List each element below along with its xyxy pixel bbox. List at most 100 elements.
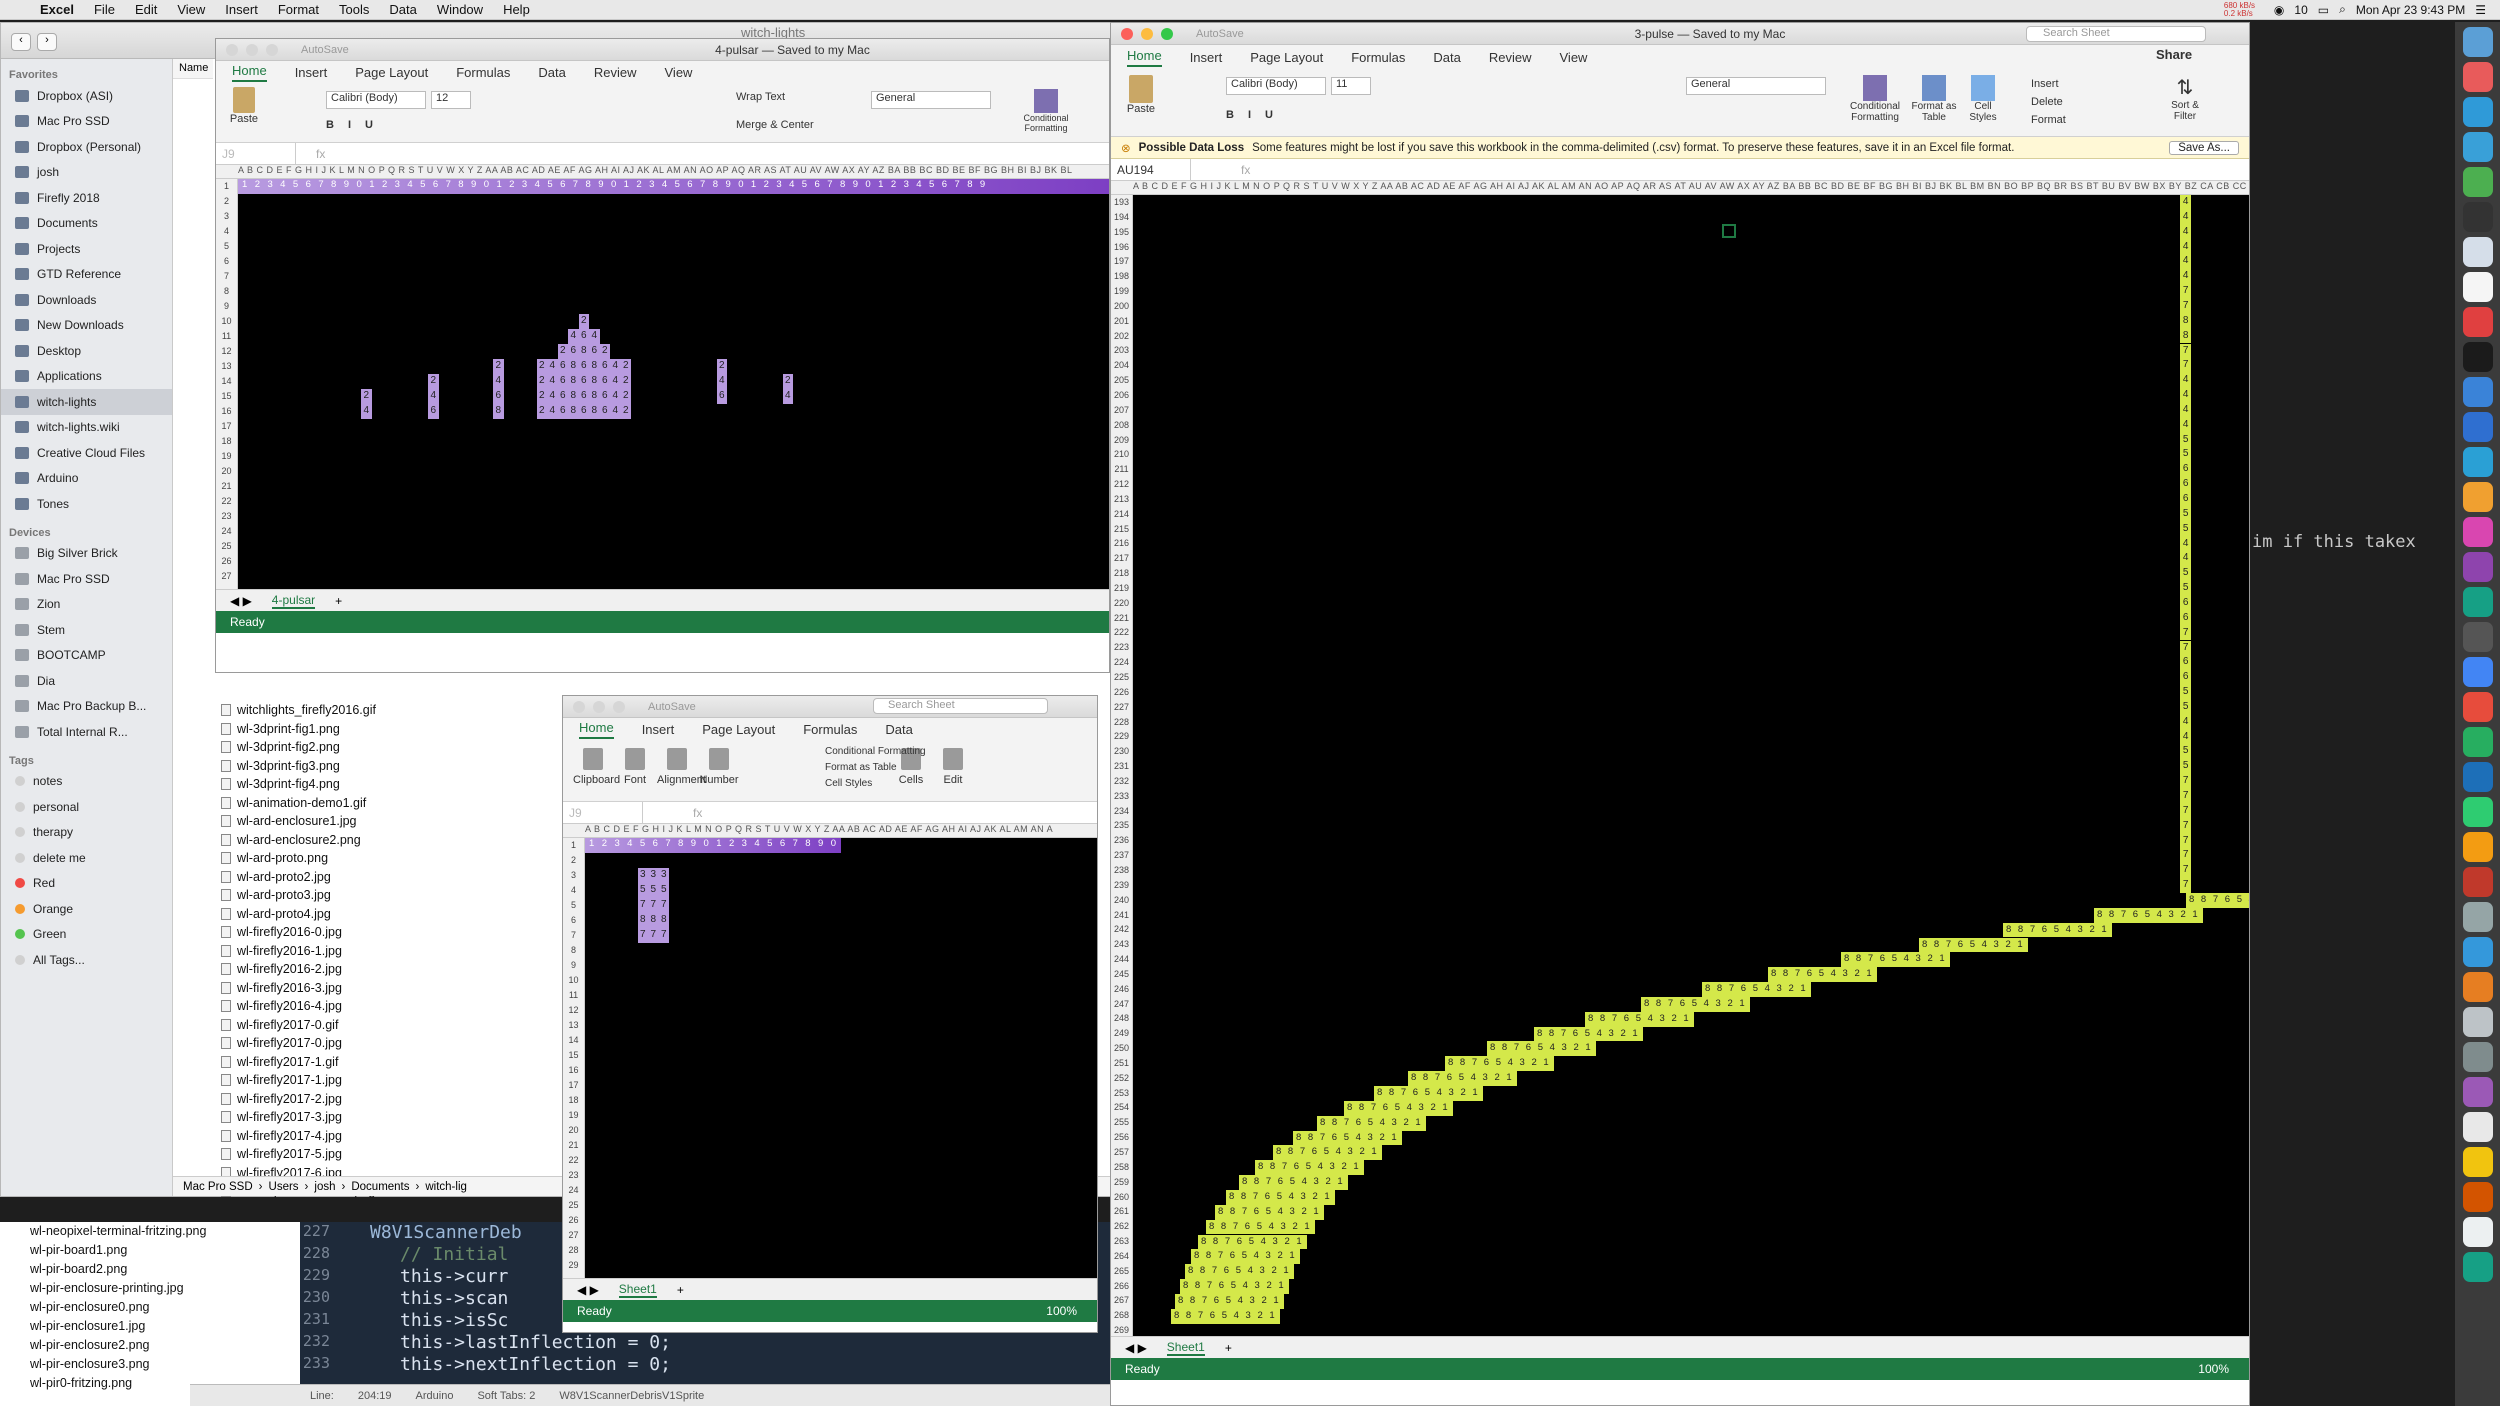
sidebar-item-gtd-reference[interactable]: GTD Reference bbox=[1, 262, 172, 288]
tab-formulas[interactable]: Formulas bbox=[456, 65, 510, 80]
dock-app-icon[interactable] bbox=[2462, 1217, 2493, 1247]
tab-review[interactable]: Review bbox=[1489, 50, 1532, 65]
tab-home[interactable]: Home bbox=[579, 720, 614, 739]
file-item[interactable]: wl-3dprint-fig4.png bbox=[213, 775, 563, 794]
sidebar-item-arduino[interactable]: Arduino bbox=[1, 466, 172, 492]
dock-app-icon[interactable] bbox=[2462, 1007, 2493, 1037]
dock-app-icon[interactable] bbox=[2462, 727, 2493, 757]
device-item-mac-pro-backup-b-[interactable]: Mac Pro Backup B... bbox=[1, 694, 172, 720]
dock-app-icon[interactable] bbox=[2462, 202, 2493, 232]
add-sheet-icon[interactable]: + bbox=[1225, 1341, 1232, 1355]
file-item[interactable]: wl-firefly2017-5.jpg bbox=[213, 1145, 563, 1164]
file-item[interactable]: wl-3dprint-fig3.png bbox=[213, 757, 563, 776]
prev-sheet-icon[interactable]: ◀ ▶ bbox=[1125, 1341, 1147, 1355]
lower-file-item[interactable]: wl-pir-board2.png bbox=[30, 1262, 300, 1281]
path-item[interactable]: Documents bbox=[351, 1181, 409, 1193]
tab-insert[interactable]: Insert bbox=[642, 722, 675, 737]
menu-item-insert[interactable]: Insert bbox=[215, 2, 268, 17]
sidebar-item-documents[interactable]: Documents bbox=[1, 211, 172, 237]
file-item[interactable]: wl-firefly2016-4.jpg bbox=[213, 997, 563, 1016]
dock-app-icon[interactable] bbox=[2462, 972, 2493, 1002]
menu-item-tools[interactable]: Tools bbox=[329, 2, 379, 17]
wifi-icon[interactable]: ◉ bbox=[2274, 3, 2284, 17]
tab-home[interactable]: Home bbox=[232, 63, 267, 82]
tab-formulas[interactable]: Formulas bbox=[803, 722, 857, 737]
sidebar-item-new-downloads[interactable]: New Downloads bbox=[1, 313, 172, 339]
tab-review[interactable]: Review bbox=[594, 65, 637, 80]
dock-app-icon[interactable] bbox=[2462, 1147, 2493, 1177]
sheet-tab-sheet1[interactable]: Sheet1 bbox=[618, 1282, 657, 1298]
ribbon-group-number[interactable]: Number bbox=[699, 748, 739, 786]
dock-app-icon[interactable] bbox=[2462, 342, 2493, 372]
file-item[interactable]: wl-3dprint-fig2.png bbox=[213, 738, 563, 757]
pulse-bold-italic[interactable]: BIU bbox=[1226, 109, 1386, 121]
file-item[interactable]: wl-ard-enclosure2.png bbox=[213, 831, 563, 850]
pulse-format-button[interactable]: Format bbox=[2031, 111, 2066, 129]
tag-item-personal[interactable]: personal bbox=[1, 794, 172, 820]
pulse-delete-button[interactable]: Delete bbox=[2031, 93, 2066, 111]
menu-item-window[interactable]: Window bbox=[427, 2, 493, 17]
tab-data[interactable]: Data bbox=[1433, 50, 1460, 65]
menu-item-view[interactable]: View bbox=[167, 2, 215, 17]
pulsar-font-select[interactable]: Calibri (Body) bbox=[326, 91, 426, 109]
lower-file-item[interactable]: wl-pir-enclosure-printing.jpg bbox=[30, 1281, 300, 1300]
dock-app-icon[interactable] bbox=[2462, 1252, 2493, 1282]
pulsar-size-select[interactable]: 12 bbox=[431, 91, 471, 109]
tab-insert[interactable]: Insert bbox=[1190, 50, 1223, 65]
sidebar-item-desktop[interactable]: Desktop bbox=[1, 338, 172, 364]
path-item[interactable]: Users bbox=[269, 1181, 299, 1193]
file-item[interactable]: wl-firefly2016-3.jpg bbox=[213, 979, 563, 998]
file-item[interactable]: wl-firefly2017-0.jpg bbox=[213, 1034, 563, 1053]
tag-item-orange[interactable]: Orange bbox=[1, 896, 172, 922]
prev-sheet-icon[interactable]: ◀ ▶ bbox=[230, 594, 252, 608]
small-zoom-level[interactable]: 100% bbox=[1046, 1304, 1077, 1318]
lower-file-item[interactable]: wl-neopixel-terminal-fritzing.png bbox=[30, 1224, 300, 1243]
sidebar-item-downloads[interactable]: Downloads bbox=[1, 287, 172, 313]
file-item[interactable]: wl-ard-proto.png bbox=[213, 849, 563, 868]
dock-app-icon[interactable] bbox=[2462, 237, 2493, 267]
tag-item-therapy[interactable]: therapy bbox=[1, 820, 172, 846]
dock-app-icon[interactable] bbox=[2462, 832, 2493, 862]
add-sheet-icon[interactable]: + bbox=[677, 1283, 684, 1297]
pulse-paste-button[interactable]: Paste bbox=[1121, 75, 1161, 115]
lower-file-item[interactable]: wl-pir-enclosure2.png bbox=[30, 1338, 300, 1357]
pulse-font-select[interactable]: Calibri (Body) bbox=[1226, 77, 1326, 95]
path-item[interactable]: Mac Pro SSD bbox=[183, 1181, 253, 1193]
pulse-format-table[interactable]: Format as Table bbox=[1911, 75, 1957, 123]
file-item[interactable]: wl-ard-proto2.jpg bbox=[213, 868, 563, 887]
pulsar-grid[interactable]: 1 2 3 4 5 6 7 8 9 10 11 12 13 14 15 16 17 18 19 20 21 22 23 24 2… bbox=[216, 179, 1109, 589]
close-icon[interactable] bbox=[226, 44, 238, 56]
pulsar-merge-button[interactable]: Merge & Center bbox=[736, 119, 814, 131]
sidebar-item-projects[interactable]: Projects bbox=[1, 236, 172, 262]
file-item[interactable]: wl-3dprint-fig1.png bbox=[213, 720, 563, 739]
pulsar-wrap-button[interactable]: Wrap Text bbox=[736, 91, 785, 103]
sidebar-item-josh[interactable]: josh bbox=[1, 160, 172, 186]
dock-app-icon[interactable] bbox=[2462, 482, 2493, 512]
pulsar-numfmt-select[interactable]: General bbox=[871, 91, 991, 109]
path-item[interactable]: witch-lig bbox=[425, 1181, 467, 1193]
dock-app-icon[interactable] bbox=[2462, 1042, 2493, 1072]
pulse-insert-button[interactable]: Insert bbox=[2031, 75, 2066, 93]
tag-item-notes[interactable]: notes bbox=[1, 769, 172, 795]
tab-page-layout[interactable]: Page Layout bbox=[1250, 50, 1323, 65]
back-icon[interactable]: ‹ bbox=[11, 33, 31, 51]
sidebar-item-tones[interactable]: Tones bbox=[1, 491, 172, 517]
device-item-stem[interactable]: Stem bbox=[1, 617, 172, 643]
pulsar-bold-italic[interactable]: BIU bbox=[326, 119, 486, 131]
file-item[interactable]: wl-firefly2016-2.jpg bbox=[213, 960, 563, 979]
file-item[interactable]: wl-firefly2017-4.jpg bbox=[213, 1127, 563, 1146]
sidebar-item-witch-lights[interactable]: witch-lights bbox=[1, 389, 172, 415]
pulsar-cond-format[interactable]: Conditional Formatting bbox=[1016, 89, 1076, 133]
tag-item-red[interactable]: Red bbox=[1, 871, 172, 897]
file-item[interactable]: wl-firefly2017-2.jpg bbox=[213, 1090, 563, 1109]
pulse-sort-filter[interactable]: ⇅ Sort & Filter bbox=[2161, 75, 2209, 122]
pulse-cell-styles[interactable]: Cell Styles bbox=[1963, 75, 2003, 123]
device-item-mac-pro-ssd[interactable]: Mac Pro SSD bbox=[1, 566, 172, 592]
file-item[interactable]: wl-firefly2017-1.gif bbox=[213, 1053, 563, 1072]
small-name-box[interactable]: J9 bbox=[563, 802, 643, 823]
sidebar-item-mac-pro-ssd[interactable]: Mac Pro SSD bbox=[1, 109, 172, 135]
dock-app-icon[interactable] bbox=[2462, 307, 2493, 337]
pulse-share-button[interactable]: Share bbox=[2156, 47, 2192, 62]
sidebar-item-dropbox-personal-[interactable]: Dropbox (Personal) bbox=[1, 134, 172, 160]
minimize-icon[interactable] bbox=[1141, 28, 1153, 40]
